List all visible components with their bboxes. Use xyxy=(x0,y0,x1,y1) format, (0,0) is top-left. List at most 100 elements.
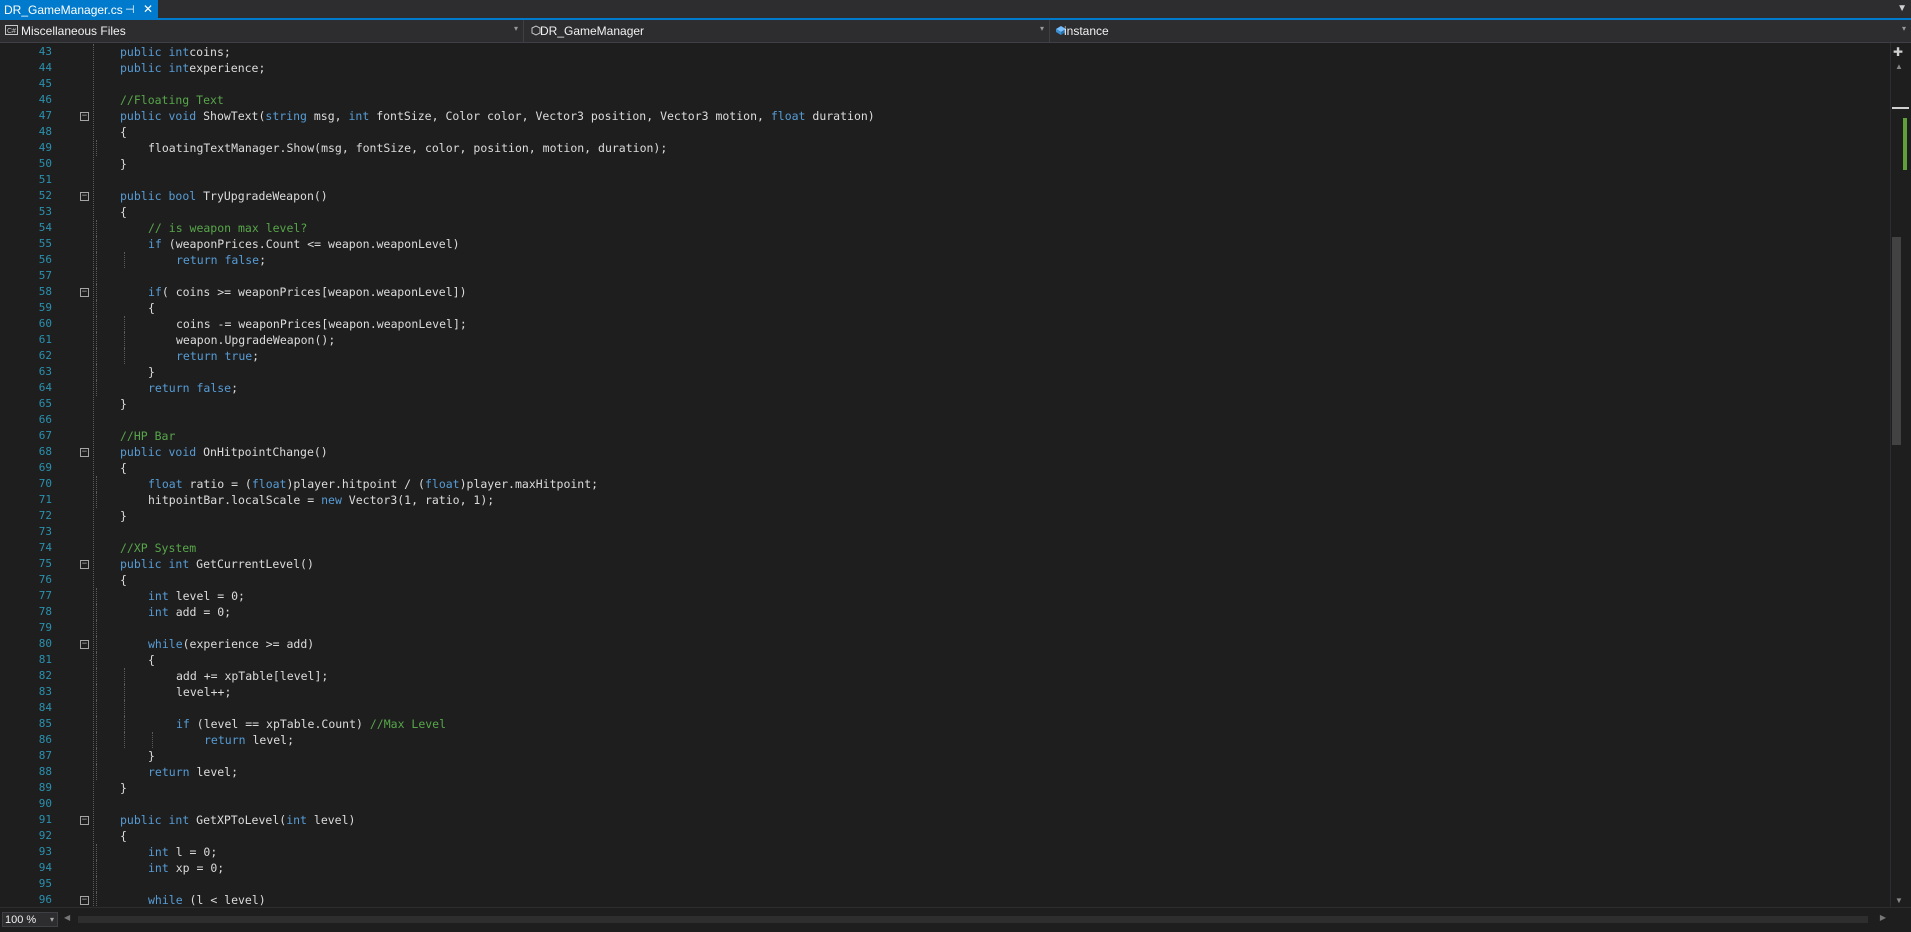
indent-guide xyxy=(96,684,97,700)
tab-dr-gamemanager[interactable]: DR_GameManager.cs ⊣ ✕ xyxy=(0,0,158,20)
code-line[interactable]: public intexperience; xyxy=(120,60,265,76)
keyword-token: return xyxy=(148,765,197,779)
code-line[interactable]: weapon.UpgradeWeapon(); xyxy=(176,332,335,348)
horizontal-scrollbar[interactable]: ◀ ▶ xyxy=(64,913,1886,925)
line-number-gutter: 43 44 45 46 47 − 48 49 50 51 52 − 53 54 55 56 57 58 − 59 60 6… xyxy=(0,43,90,907)
code-line[interactable]: return false; xyxy=(148,380,238,396)
collapse-icon[interactable]: − xyxy=(80,288,89,297)
code-line[interactable]: { xyxy=(148,652,155,668)
code-line[interactable]: { xyxy=(120,204,127,220)
code-line[interactable]: } xyxy=(120,156,127,172)
code-line[interactable]: if (level == xpTable.Count) //Max Level xyxy=(176,716,446,732)
change-tracking-marker xyxy=(1903,118,1907,170)
code-line[interactable]: public int GetXPToLevel(int level) xyxy=(120,812,355,828)
scroll-left-icon[interactable]: ◀ xyxy=(64,913,70,922)
vertical-scrollbar[interactable] xyxy=(1890,43,1911,907)
indent-guide xyxy=(96,492,97,508)
code-line[interactable]: } xyxy=(120,396,127,412)
code-line[interactable]: //XP System xyxy=(120,540,196,556)
code-line[interactable]: while(experience >= add) xyxy=(148,636,314,652)
zoom-label: 100 % xyxy=(5,914,37,926)
scroll-thumb[interactable] xyxy=(1892,237,1901,445)
line-number: 82 xyxy=(38,669,52,682)
line-number: 43 xyxy=(38,45,52,58)
code-token: level = 0; xyxy=(175,589,245,603)
code-line[interactable]: } xyxy=(148,364,155,380)
code-line[interactable]: //HP Bar xyxy=(120,428,175,444)
code-token: weapon.UpgradeWeapon(); xyxy=(176,333,336,347)
collapse-icon[interactable]: − xyxy=(80,560,89,569)
code-line[interactable]: } xyxy=(148,748,155,764)
chevron-down-icon[interactable]: ▼ xyxy=(1897,3,1907,14)
code-line[interactable]: //Floating Text xyxy=(120,92,224,108)
code-line[interactable]: { xyxy=(120,828,127,844)
collapse-icon[interactable]: − xyxy=(80,816,89,825)
code-line[interactable]: int l = 0; xyxy=(148,844,217,860)
code-line[interactable]: float ratio = (float)player.hitpoint / (… xyxy=(148,476,598,492)
collapse-icon[interactable]: − xyxy=(80,896,89,905)
code-line[interactable]: floatingTextManager.Show(msg, fontSize, … xyxy=(148,140,667,156)
indent-guide xyxy=(96,236,97,252)
code-line[interactable]: } xyxy=(120,780,127,796)
code-line[interactable]: int add = 0; xyxy=(148,604,231,620)
scroll-down-icon[interactable]: ▼ xyxy=(1895,896,1903,905)
zoom-dropdown[interactable]: 100 % ▾ xyxy=(2,912,58,927)
code-token: ; xyxy=(252,349,260,363)
line-number: 86 xyxy=(38,733,52,746)
code-line[interactable]: int xp = 0; xyxy=(148,860,224,876)
code-line[interactable]: while (l < level) xyxy=(148,892,266,907)
code-editor[interactable]: 43 44 45 46 47 − 48 49 50 51 52 − 53 54 55 56 57 58 − 59 60 6… xyxy=(0,43,1890,907)
code-line[interactable]: // is weapon max level? xyxy=(148,220,307,236)
code-line[interactable]: public bool TryUpgradeWeapon() xyxy=(120,188,328,204)
code-line[interactable]: return level; xyxy=(204,732,294,748)
code-line[interactable]: public void ShowText(string msg, int fon… xyxy=(120,108,875,124)
keyword-token: void xyxy=(168,109,204,123)
keyword-token: public xyxy=(120,45,169,59)
code-line[interactable]: add += xpTable[level]; xyxy=(176,668,328,684)
pin-icon[interactable]: ⊣ xyxy=(125,3,135,16)
line-number: 92 xyxy=(38,829,52,842)
horizontal-scroll-thumb[interactable] xyxy=(78,916,1868,923)
indent-guide xyxy=(96,668,97,684)
project-dropdown[interactable]: C# Miscellaneous Files ▾ xyxy=(0,20,524,42)
code-line[interactable]: level++; xyxy=(176,684,231,700)
collapse-icon[interactable]: − xyxy=(80,640,89,649)
code-line[interactable]: public void OnHitpointChange() xyxy=(120,444,328,460)
type-dropdown[interactable]: DR_GameManager ▾ xyxy=(524,20,1050,42)
code-line[interactable]: public int GetCurrentLevel() xyxy=(120,556,314,572)
indent-guide xyxy=(124,716,125,732)
code-line[interactable]: hitpointBar.localScale = new Vector3(1, … xyxy=(148,492,494,508)
collapse-icon[interactable]: − xyxy=(80,448,89,457)
collapse-icon[interactable]: − xyxy=(80,192,89,201)
code-token: (experience >= add) xyxy=(182,637,315,651)
code-line[interactable]: public intcoins; xyxy=(120,44,231,60)
collapse-icon[interactable]: − xyxy=(80,112,89,121)
line-number: 50 xyxy=(38,157,52,170)
code-line[interactable]: { xyxy=(148,300,155,316)
code-line[interactable]: if( coins >= weaponPrices[weapon.weaponL… xyxy=(148,284,467,300)
code-token: level) xyxy=(313,813,356,827)
keyword-token: string xyxy=(265,109,314,123)
code-token: coins; xyxy=(189,45,231,59)
split-icon[interactable]: ✚ xyxy=(1893,45,1903,59)
code-line[interactable]: return level; xyxy=(148,764,238,780)
code-line[interactable]: } xyxy=(120,508,127,524)
code-line[interactable]: int level = 0; xyxy=(148,588,245,604)
code-line[interactable]: { xyxy=(120,124,127,140)
close-icon[interactable]: ✕ xyxy=(143,2,153,16)
scroll-up-icon[interactable]: ▲ xyxy=(1895,62,1903,71)
code-line[interactable]: { xyxy=(120,460,127,476)
editor-bottom-bar: 100 % ▾ ◀ ▶ xyxy=(0,907,1911,932)
code-line[interactable]: if (weaponPrices.Count <= weapon.weaponL… xyxy=(148,236,460,252)
indent-guide xyxy=(96,380,97,396)
code-line[interactable]: return true; xyxy=(176,348,259,364)
code-token: experience; xyxy=(189,61,266,75)
line-number: 87 xyxy=(38,749,52,762)
code-line[interactable]: { xyxy=(120,572,127,588)
scroll-right-icon[interactable]: ▶ xyxy=(1880,913,1886,922)
code-line[interactable]: coins -= weaponPrices[weapon.weaponLevel… xyxy=(176,316,467,332)
code-token: } xyxy=(120,509,127,523)
code-line[interactable]: return false; xyxy=(176,252,266,268)
code-token: level; xyxy=(196,765,239,779)
member-dropdown[interactable]: instance ▾ xyxy=(1050,20,1911,42)
